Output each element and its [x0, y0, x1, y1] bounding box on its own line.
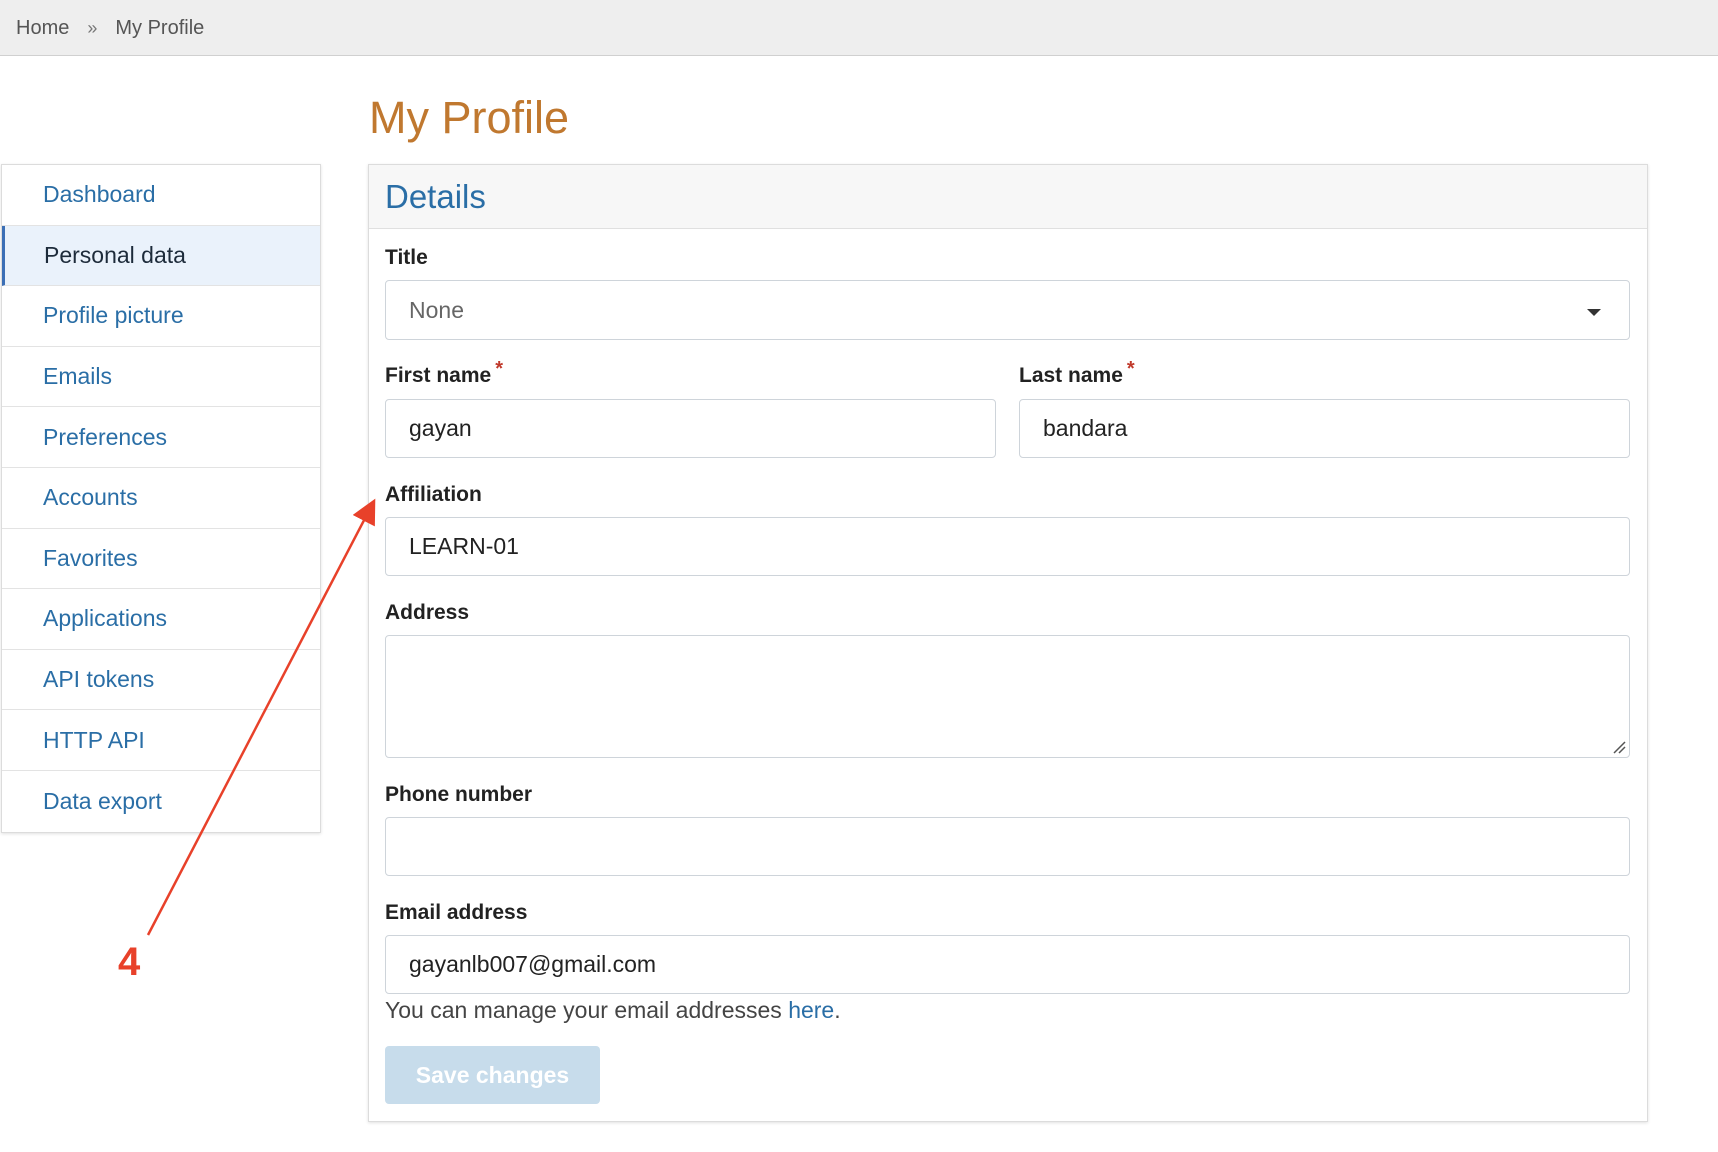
- email-help-text-suffix: .: [834, 997, 841, 1023]
- email-help-text: You can manage your email addresses here…: [385, 997, 841, 1024]
- panel-header: Details: [369, 165, 1647, 229]
- chevron-down-icon: [1587, 309, 1601, 316]
- sidebar-item-preferences[interactable]: Preferences: [2, 407, 320, 468]
- breadcrumb-home-link[interactable]: Home: [16, 17, 69, 40]
- sidebar-item-applications[interactable]: Applications: [2, 589, 320, 650]
- title-select-value: None: [409, 296, 464, 323]
- email-label: Email address: [385, 901, 528, 924]
- last-name-label: Last name *: [1019, 358, 1135, 388]
- sidebar-item-favorites[interactable]: Favorites: [2, 529, 320, 590]
- manage-emails-link[interactable]: here: [788, 997, 834, 1023]
- phone-label: Phone number: [385, 783, 533, 806]
- sidebar-item-data-export[interactable]: Data export: [2, 771, 320, 832]
- sidebar-item-profile-picture[interactable]: Profile picture: [2, 286, 320, 347]
- sidebar-item-dashboard[interactable]: Dashboard: [2, 165, 320, 226]
- sidebar-item-emails[interactable]: Emails: [2, 347, 320, 408]
- top-bar: Home » My Profile: [0, 0, 1718, 56]
- first-name-label-text: First name: [385, 364, 492, 387]
- breadcrumb-current: My Profile: [115, 16, 205, 39]
- last-name-label-text: Last name: [1019, 364, 1123, 387]
- first-name-label: First name *: [385, 358, 503, 388]
- breadcrumb-separator: »: [87, 17, 98, 38]
- affiliation-input[interactable]: LEARN-01: [385, 517, 1630, 576]
- profile-sidebar-nav: Dashboard Personal data Profile picture …: [1, 164, 321, 833]
- address-textarea[interactable]: [385, 635, 1630, 758]
- affiliation-label: Affiliation: [385, 483, 482, 506]
- last-name-input[interactable]: bandara: [1019, 399, 1630, 458]
- save-changes-button[interactable]: Save changes: [385, 1046, 600, 1104]
- sidebar-item-api-tokens[interactable]: API tokens: [2, 650, 320, 711]
- email-input[interactable]: gayanlb007@gmail.com: [385, 935, 1630, 994]
- annotation-number: 4: [118, 940, 141, 984]
- phone-input[interactable]: [385, 817, 1630, 876]
- required-marker: *: [1126, 358, 1135, 380]
- breadcrumb: Home » My Profile: [16, 0, 204, 56]
- first-name-input[interactable]: gayan: [385, 399, 996, 458]
- page-title: My Profile: [369, 92, 570, 143]
- sidebar-item-accounts[interactable]: Accounts: [2, 468, 320, 529]
- sidebar-item-personal-data[interactable]: Personal data: [2, 225, 320, 287]
- title-label: Title: [385, 246, 428, 269]
- resize-handle-icon[interactable]: [1612, 740, 1626, 754]
- sidebar-item-http-api[interactable]: HTTP API: [2, 710, 320, 771]
- title-select[interactable]: None: [385, 280, 1630, 340]
- address-label: Address: [385, 601, 470, 624]
- email-help-text-body: You can manage your email addresses: [385, 997, 789, 1023]
- required-marker: *: [495, 358, 503, 380]
